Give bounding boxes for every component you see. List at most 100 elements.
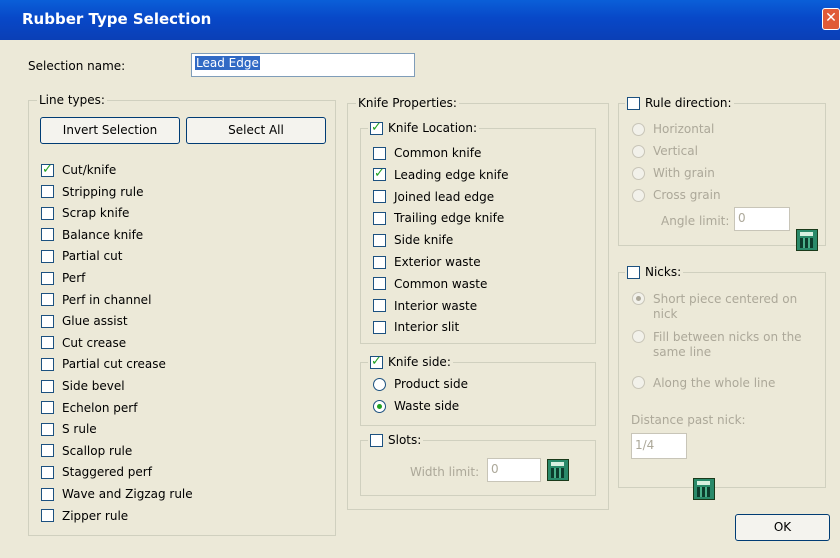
knife-location-leading-edge-knife[interactable]: Leading edge knife (373, 166, 509, 182)
line-type-checkbox[interactable] (41, 314, 54, 328)
line-type-perf[interactable]: Perf (41, 271, 85, 285)
rule-direction-vertical[interactable]: Vertical (632, 144, 698, 158)
width-limit-input[interactable]: 0 (487, 458, 541, 482)
line-type-checkbox[interactable] (41, 422, 54, 436)
nick-option-radio[interactable] (632, 330, 645, 343)
knife-side-waste-side[interactable]: Waste side (373, 399, 459, 413)
knife-location-header[interactable]: Knife Location: (368, 120, 480, 135)
line-type-cut-knife[interactable]: Cut/knife (41, 162, 116, 177)
rule-direction-horizontal[interactable]: Horizontal (632, 122, 714, 136)
nick-option-fill-between-nicks-on-the-same-line[interactable]: Fill between nicks on the same line (632, 330, 818, 360)
rule-direction-radio[interactable] (632, 122, 645, 136)
line-type-perf-in-channel[interactable]: Perf in channel (41, 293, 151, 307)
rule-direction-radio[interactable] (632, 166, 645, 180)
line-type-checkbox[interactable] (41, 444, 54, 458)
knife-location-legend: Knife Location: (388, 121, 478, 135)
close-button[interactable]: ✕ (822, 8, 840, 30)
line-type-checkbox[interactable] (41, 509, 54, 523)
line-type-balance-knife[interactable]: Balance knife (41, 228, 143, 242)
rule-direction-header[interactable]: Rule direction: (625, 96, 734, 110)
line-type-checkbox[interactable] (41, 357, 54, 371)
knife-location-checkbox[interactable] (373, 211, 386, 225)
line-type-stripping-rule[interactable]: Stripping rule (41, 185, 143, 199)
slots-checkbox[interactable] (370, 433, 383, 447)
invert-selection-button[interactable]: Invert Selection (40, 117, 180, 144)
ok-button[interactable]: OK (735, 514, 830, 541)
line-type-scrap-knife[interactable]: Scrap knife (41, 206, 129, 220)
knife-side-radio[interactable] (373, 377, 386, 391)
knife-location-checkbox[interactable] (373, 299, 386, 313)
line-type-side-bevel[interactable]: Side bevel (41, 379, 125, 393)
line-type-checkbox[interactable] (41, 401, 54, 415)
nick-option-short-piece-centered-on-nick[interactable]: Short piece centered on nick (632, 292, 818, 322)
knife-location-label: Common knife (394, 146, 482, 160)
knife-side-header[interactable]: Knife side: (368, 354, 453, 369)
line-type-checkbox[interactable] (41, 249, 54, 263)
line-type-scallop-rule[interactable]: Scallop rule (41, 444, 132, 458)
line-type-glue-assist[interactable]: Glue assist (41, 314, 128, 328)
knife-location-checkbox[interactable] (373, 146, 386, 160)
rule-direction-checkbox[interactable] (627, 96, 640, 110)
line-type-label: Echelon perf (62, 400, 138, 415)
line-type-echelon-perf[interactable]: Echelon perf (41, 401, 137, 415)
line-type-checkbox[interactable] (41, 206, 54, 220)
line-type-zipper-rule[interactable]: Zipper rule (41, 509, 128, 523)
knife-location-checkbox[interactable] (370, 120, 383, 135)
knife-side-radio[interactable] (373, 399, 386, 413)
line-type-wave-and-zigzag-rule[interactable]: Wave and Zigzag rule (41, 487, 193, 501)
nick-option-radio[interactable] (632, 376, 645, 389)
distance-past-nick-input[interactable]: 1/4 (631, 433, 687, 459)
calculator-icon[interactable] (796, 229, 818, 251)
line-type-checkbox[interactable] (41, 185, 54, 199)
knife-location-checkbox[interactable] (373, 255, 386, 269)
rule-direction-radio[interactable] (632, 188, 645, 202)
rule-direction-with-grain[interactable]: With grain (632, 166, 715, 180)
line-type-cut-crease[interactable]: Cut crease (41, 336, 126, 350)
line-type-partial-cut-crease[interactable]: Partial cut crease (41, 357, 166, 371)
knife-side-checkbox[interactable] (370, 354, 383, 369)
line-type-checkbox[interactable] (41, 336, 54, 350)
knife-location-side-knife[interactable]: Side knife (373, 233, 453, 247)
knife-location-checkbox[interactable] (373, 190, 386, 204)
nicks-header[interactable]: Nicks: (625, 265, 684, 279)
calculator-icon[interactable] (693, 478, 715, 500)
line-type-label: Zipper rule (62, 508, 129, 523)
line-type-partial-cut[interactable]: Partial cut (41, 249, 122, 263)
angle-limit-value: 0 (738, 211, 746, 225)
calculator-icon[interactable] (547, 459, 569, 481)
knife-location-label: Trailing edge knife (394, 211, 505, 226)
knife-location-exterior-waste[interactable]: Exterior waste (373, 255, 481, 269)
line-type-checkbox[interactable] (41, 465, 54, 479)
knife-location-common-waste[interactable]: Common waste (373, 277, 487, 291)
knife-location-checkbox[interactable] (373, 233, 386, 247)
line-type-checkbox[interactable] (41, 487, 54, 501)
nick-option-along-the-whole-line[interactable]: Along the whole line (632, 376, 775, 390)
slots-header[interactable]: Slots: (368, 433, 424, 447)
rule-direction-cross-grain[interactable]: Cross grain (632, 188, 721, 202)
knife-location-checkbox[interactable] (373, 320, 386, 334)
knife-location-interior-slit[interactable]: Interior slit (373, 320, 459, 334)
angle-limit-input[interactable]: 0 (734, 207, 790, 231)
knife-location-checkbox[interactable] (373, 277, 386, 291)
knife-location-checkbox[interactable] (373, 166, 386, 182)
line-type-checkbox[interactable] (41, 228, 54, 242)
line-type-staggered-perf[interactable]: Staggered perf (41, 465, 152, 479)
select-all-button[interactable]: Select All (186, 117, 326, 144)
line-type-s-rule[interactable]: S rule (41, 422, 97, 436)
line-type-checkbox[interactable] (41, 379, 54, 393)
knife-side-product-side[interactable]: Product side (373, 377, 468, 391)
knife-location-trailing-edge-knife[interactable]: Trailing edge knife (373, 211, 504, 225)
nick-option-radio[interactable] (632, 292, 645, 305)
width-limit-label: Width limit: (410, 465, 480, 479)
nicks-checkbox[interactable] (627, 265, 640, 279)
knife-location-joined-lead-edge[interactable]: Joined lead edge (373, 190, 494, 204)
line-type-checkbox[interactable] (41, 271, 54, 285)
line-type-checkbox[interactable] (41, 293, 54, 307)
rule-direction-radio[interactable] (632, 144, 645, 158)
knife-location-interior-waste[interactable]: Interior waste (373, 299, 477, 313)
selection-name-input[interactable]: Lead Edge (191, 53, 415, 77)
knife-location-common-knife[interactable]: Common knife (373, 146, 481, 160)
line-type-checkbox[interactable] (41, 162, 54, 177)
knife-properties-legend: Knife Properties: (356, 96, 459, 110)
nick-option-label: Fill between nicks on the same line (653, 330, 802, 359)
